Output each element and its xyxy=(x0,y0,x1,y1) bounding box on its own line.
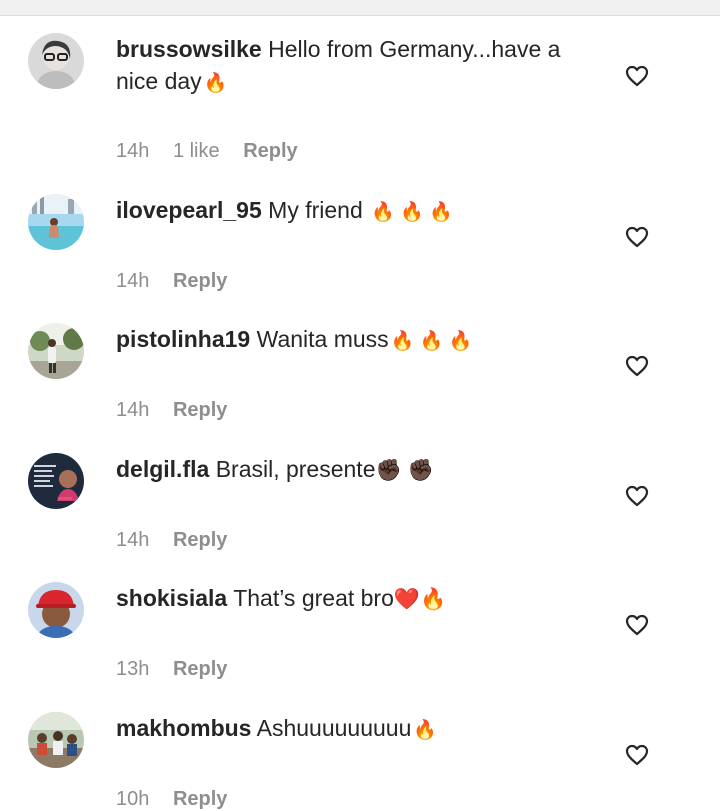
comment-emoji: 🔥 xyxy=(413,720,438,741)
avatar[interactable] xyxy=(28,453,84,509)
reply-button[interactable]: Reply xyxy=(243,140,297,162)
comment-meta: 14h Reply xyxy=(116,270,245,293)
comment-time: 14h xyxy=(116,399,150,421)
comment-meta: 14h Reply xyxy=(116,399,245,422)
comment-username[interactable]: delgil.fla xyxy=(116,456,209,482)
comment-text: My friend xyxy=(268,197,363,223)
avatar-poster-icon xyxy=(28,453,84,509)
heart-outline-icon[interactable] xyxy=(625,614,649,636)
comment-body: shokisiala That’s great bro❤️🔥 xyxy=(116,582,596,616)
comment-text: Brasil, presente xyxy=(215,456,376,482)
avatar[interactable] xyxy=(28,712,84,768)
comment-emoji: 🔥 🔥 🔥 xyxy=(390,331,473,352)
heart-outline-icon[interactable] xyxy=(625,355,649,377)
comment-meta: 13h Reply xyxy=(116,658,245,681)
comment-likes[interactable]: 1 like xyxy=(173,140,220,162)
reply-button[interactable]: Reply xyxy=(173,270,227,292)
avatar-group-icon xyxy=(28,712,84,768)
top-bar xyxy=(0,0,720,16)
comment-meta: 10h Reply xyxy=(116,788,245,811)
reply-button[interactable]: Reply xyxy=(173,658,227,680)
comment-username[interactable]: brussowsilke xyxy=(116,36,262,62)
comment-username[interactable]: pistolinha19 xyxy=(116,326,250,352)
comment-time: 13h xyxy=(116,658,150,680)
comment-time: 14h xyxy=(116,270,150,292)
avatar[interactable] xyxy=(28,582,84,638)
comment-username[interactable]: makhombus xyxy=(116,715,251,741)
heart-outline-icon[interactable] xyxy=(625,744,649,766)
comment-body: delgil.fla Brasil, presente✊🏿 ✊🏿 xyxy=(116,453,596,487)
comment-body: brussowsilke Hello from Germany...have a… xyxy=(116,33,596,100)
avatar[interactable] xyxy=(28,194,84,250)
comment-text: Wanita muss xyxy=(256,326,389,352)
comment-meta: 14h 1 like Reply xyxy=(116,140,316,163)
avatar-red-cap-icon xyxy=(28,582,84,638)
reply-button[interactable]: Reply xyxy=(173,399,227,421)
reply-button[interactable]: Reply xyxy=(173,788,227,810)
avatar-woman-glasses-icon xyxy=(28,33,84,89)
comment-emoji: ✊🏿 ✊🏿 xyxy=(375,459,434,482)
comment-meta: 14h Reply xyxy=(116,529,245,552)
comment-emoji: ❤️🔥 xyxy=(393,588,447,611)
comment-emoji: 🔥 🔥 🔥 xyxy=(371,202,453,223)
comment-username[interactable]: ilovepearl_95 xyxy=(116,197,262,223)
heart-outline-icon[interactable] xyxy=(625,226,649,248)
comment-time: 14h xyxy=(116,140,150,162)
comment-body: pistolinha19 Wanita muss 🔥 🔥 🔥 xyxy=(116,323,596,358)
heart-outline-icon[interactable] xyxy=(625,485,649,507)
comment-text: Ashuuuuuuuuu xyxy=(256,715,412,741)
comment-time: 10h xyxy=(116,788,150,810)
comment-username[interactable]: shokisiala xyxy=(116,585,227,611)
heart-outline-icon[interactable] xyxy=(625,65,649,87)
avatar[interactable] xyxy=(28,323,84,379)
comment-text: That’s great bro xyxy=(233,585,394,611)
avatar[interactable] xyxy=(28,33,84,89)
avatar-outdoor-icon xyxy=(28,323,84,379)
avatar-pool-icon xyxy=(28,194,84,250)
comment-body: makhombus Ashuuuuuuuuu 🔥 xyxy=(116,712,596,747)
comment-emoji: 🔥 xyxy=(203,73,228,94)
comment-body: ilovepearl_95 My friend 🔥 🔥 🔥 xyxy=(116,194,596,229)
reply-button[interactable]: Reply xyxy=(173,529,227,551)
comment-time: 14h xyxy=(116,529,150,551)
